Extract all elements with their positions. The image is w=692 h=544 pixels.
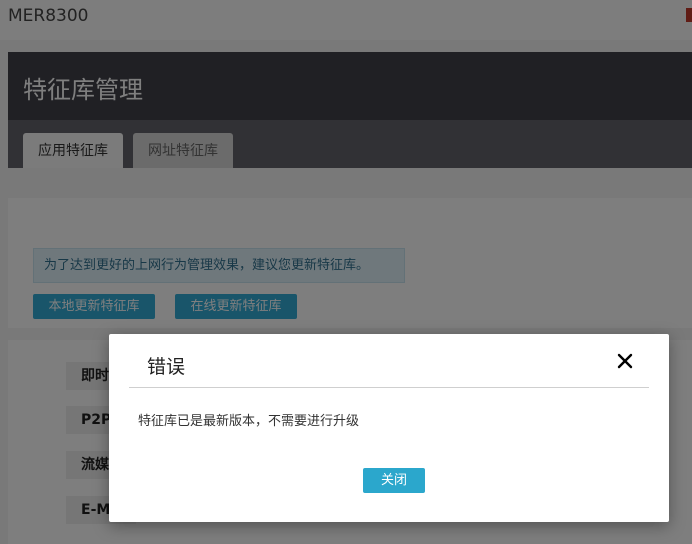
dialog-message: 特征库已是最新版本，不需要进行升级 [138,414,360,429]
close-button[interactable]: 关闭 [363,468,425,493]
close-icon[interactable] [616,352,634,370]
dialog-title: 错误 [147,356,186,378]
error-dialog: 错误 特征库已是最新版本，不需要进行升级 关闭 [109,334,669,522]
dialog-header: 错误 [129,334,649,388]
